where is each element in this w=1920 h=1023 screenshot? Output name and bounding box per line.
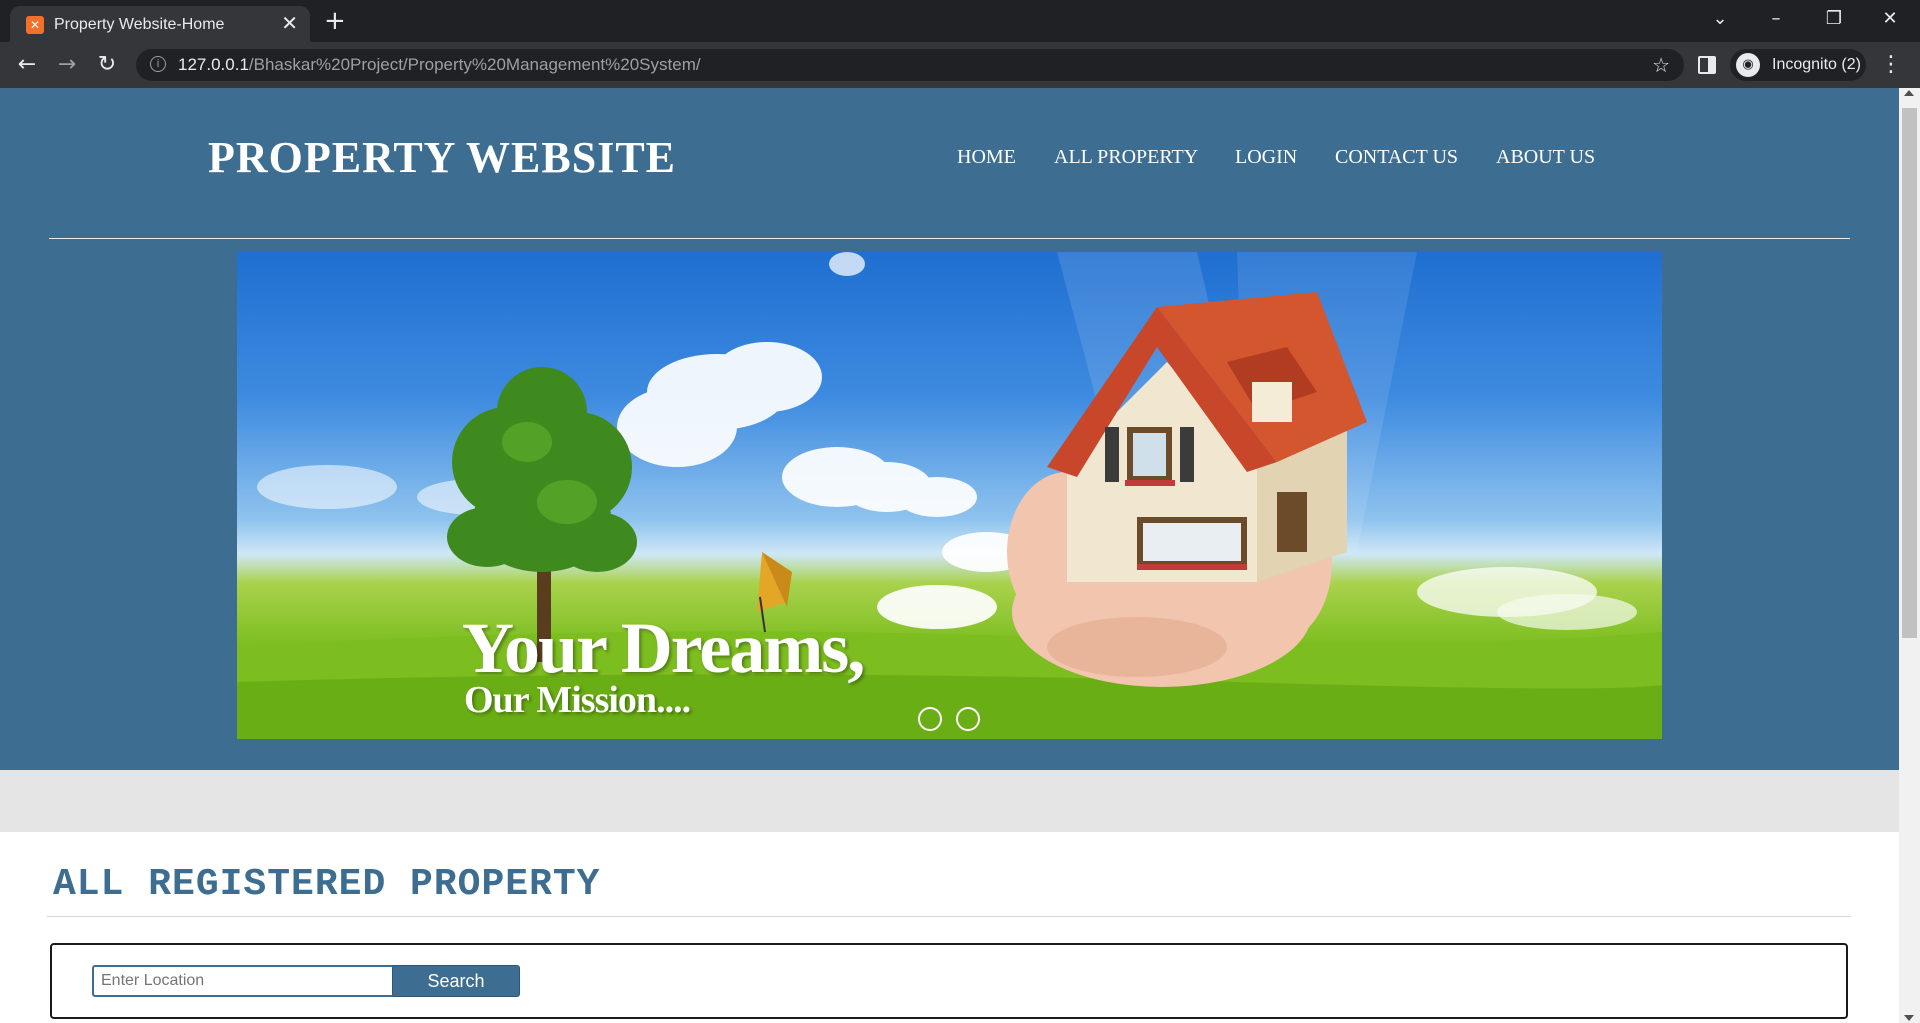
main-nav: HOME ALL PROPERTY LOGIN CONTACT US ABOUT… bbox=[0, 146, 1899, 176]
section-title: ALL REGISTERED PROPERTY bbox=[53, 863, 601, 906]
browser-toolbar: ← → ↻ i 127.0.0.1/Bhaskar%20Project/Prop… bbox=[0, 42, 1920, 88]
incognito-profile[interactable]: ◉ Incognito (2) bbox=[1730, 49, 1866, 81]
tree-foliage bbox=[447, 367, 637, 572]
page-scrollbar[interactable] bbox=[1899, 88, 1920, 1023]
close-icon[interactable]: ✕ bbox=[1870, 6, 1910, 32]
back-icon[interactable]: ← bbox=[12, 50, 42, 80]
xampp-favicon-icon: ✕ bbox=[26, 16, 44, 34]
nav-about-us[interactable]: ABOUT US bbox=[1496, 146, 1595, 169]
location-search-input[interactable] bbox=[92, 965, 398, 997]
side-panel-icon[interactable] bbox=[1698, 56, 1716, 74]
incognito-icon: ◉ bbox=[1736, 53, 1760, 77]
url-host: 127.0.0.1 bbox=[178, 55, 249, 74]
nav-home[interactable]: HOME bbox=[957, 146, 1016, 169]
forward-icon[interactable]: → bbox=[52, 50, 82, 80]
nav-login[interactable]: LOGIN bbox=[1235, 146, 1297, 169]
scroll-down-icon[interactable] bbox=[1904, 1015, 1914, 1021]
tab-close-icon[interactable]: ✕ bbox=[281, 13, 298, 33]
search-button[interactable]: Search bbox=[392, 965, 520, 997]
restore-icon[interactable]: ❐ bbox=[1814, 6, 1854, 32]
info-icon[interactable]: i bbox=[150, 56, 166, 72]
minimize-icon[interactable]: – bbox=[1756, 6, 1796, 32]
address-bar[interactable]: i 127.0.0.1/Bhaskar%20Project/Property%2… bbox=[136, 49, 1684, 81]
scroll-thumb[interactable] bbox=[1902, 108, 1917, 638]
browser-tab-bar: ✕ Property Website-Home ✕ + ⌄ – ❐ ✕ bbox=[0, 0, 1920, 42]
tab-search-icon[interactable]: ⌄ bbox=[1700, 6, 1740, 32]
gray-band bbox=[0, 770, 1899, 832]
url-path: /Bhaskar%20Project/Property%20Management… bbox=[248, 55, 701, 74]
reload-icon[interactable]: ↻ bbox=[92, 50, 122, 80]
banner-subline: Our Mission.... bbox=[464, 679, 691, 721]
star-icon[interactable]: ☆ bbox=[1652, 53, 1670, 77]
menu-icon[interactable]: ⋮ bbox=[1880, 50, 1902, 80]
nav-contact-us[interactable]: CONTACT US bbox=[1335, 146, 1458, 169]
browser-tab[interactable]: ✕ Property Website-Home ✕ bbox=[10, 6, 310, 42]
hero-banner: Your Dreams, Our Mission.... bbox=[237, 252, 1662, 739]
site-header: PROPERTY WEBSITE HOME ALL PROPERTY LOGIN… bbox=[0, 88, 1899, 770]
incognito-label: Incognito (2) bbox=[1772, 56, 1861, 73]
new-tab-icon[interactable]: + bbox=[324, 8, 346, 34]
search-panel: Search bbox=[50, 943, 1848, 1019]
slider-dot-2[interactable] bbox=[956, 707, 980, 731]
banner-illustration bbox=[237, 252, 1662, 739]
page-viewport: PROPERTY WEBSITE HOME ALL PROPERTY LOGIN… bbox=[0, 88, 1920, 1023]
scroll-up-icon[interactable] bbox=[1904, 90, 1914, 96]
url-text[interactable]: 127.0.0.1/Bhaskar%20Project/Property%20M… bbox=[178, 55, 701, 75]
section-divider bbox=[47, 916, 1851, 917]
header-divider bbox=[49, 238, 1850, 239]
tab-title: Property Website-Home bbox=[54, 16, 225, 33]
slider-dot-1[interactable] bbox=[918, 707, 942, 731]
nav-all-property[interactable]: ALL PROPERTY bbox=[1054, 146, 1198, 169]
